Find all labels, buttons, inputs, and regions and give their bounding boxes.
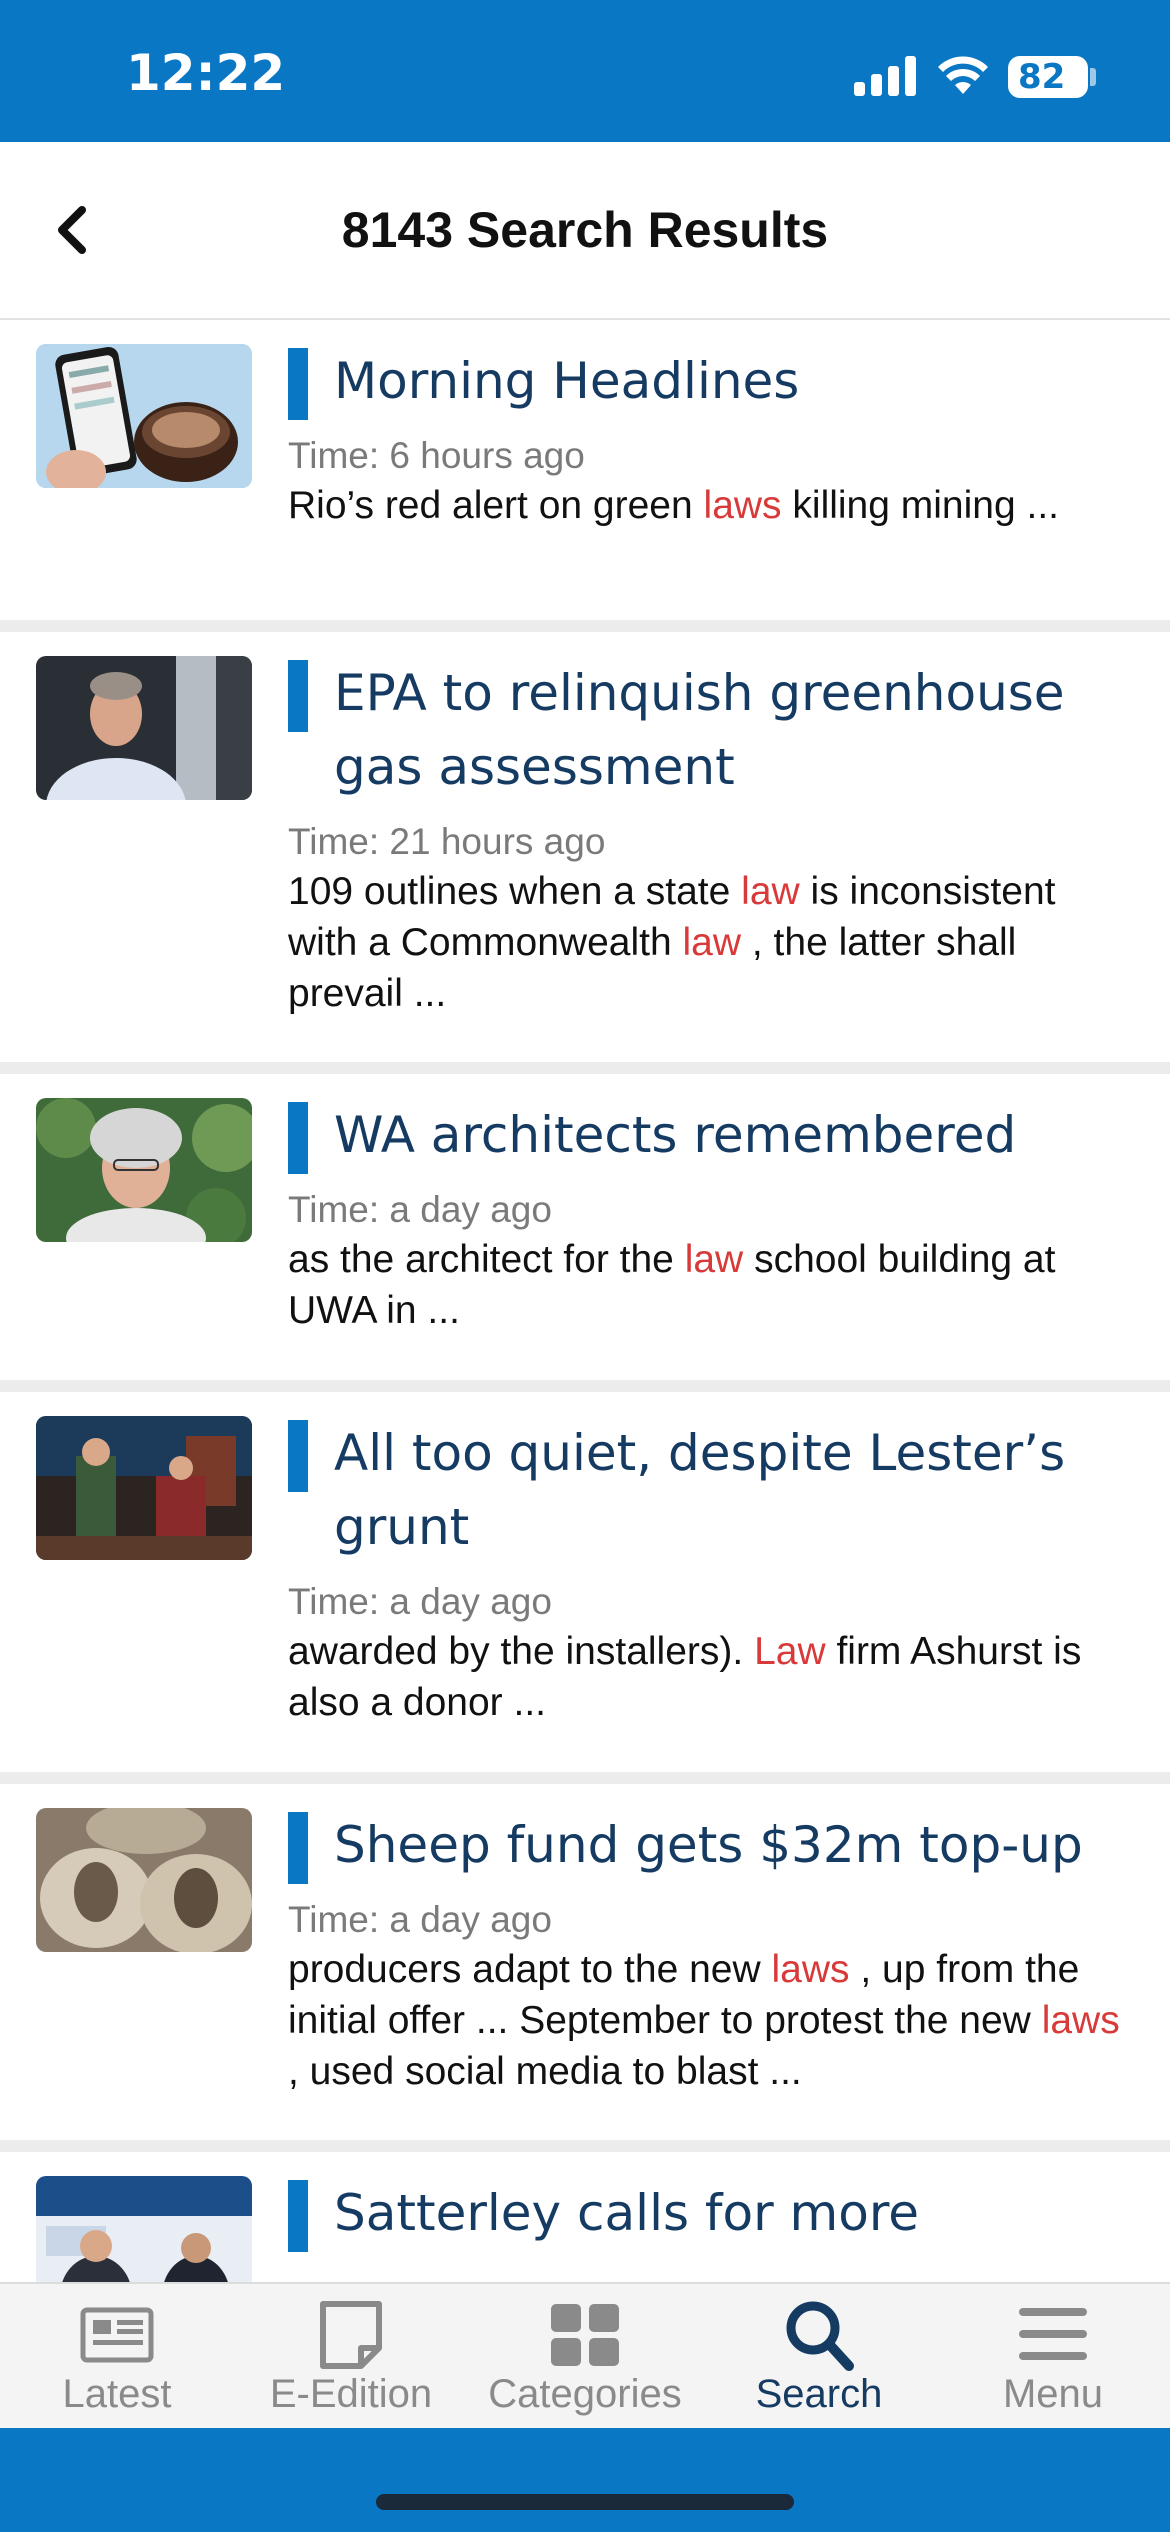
result-content: WA architects remembered Time: a day ago… (288, 1098, 1134, 1336)
search-term-highlight: laws (1041, 1999, 1120, 2042)
tab-label: E-Edition (269, 2372, 433, 2416)
result-time: Time: a day ago (288, 1581, 552, 1622)
tab-label: Search (755, 2372, 883, 2416)
header: 8143 Search Results (0, 142, 1170, 320)
tab-search[interactable]: Search (702, 2284, 936, 2430)
tab-categories[interactable]: Categories (468, 2284, 702, 2430)
result-thumbnail (36, 1808, 252, 1952)
tab-latest[interactable]: Latest (0, 2284, 234, 2430)
headline-accent-bar (288, 348, 308, 420)
results-list: Morning Headlines Time: 6 hours ago Rio’… (0, 320, 1170, 2452)
result-snippet: Rio’s red alert on green laws killing mi… (288, 480, 1134, 531)
result-time: Time: a day ago (288, 1189, 552, 1230)
headline-accent-bar (288, 660, 308, 732)
result-item[interactable]: WA architects remembered Time: a day ago… (0, 1074, 1170, 1392)
result-headline[interactable]: Sheep fund gets $32m top-up (334, 1808, 1134, 1882)
back-button[interactable] (44, 198, 104, 262)
headline-wrap: All too quiet, despite Lester’s grunt (288, 1416, 1134, 1564)
result-time: Time: 21 hours ago (288, 821, 606, 862)
result-item[interactable]: Morning Headlines Time: 6 hours ago Rio’… (0, 320, 1170, 632)
result-thumbnail (36, 344, 252, 488)
snippet-text: Rio’s red alert on green (288, 484, 704, 527)
result-snippet: as the architect for the law school buil… (288, 1234, 1134, 1336)
headline-accent-bar (288, 1420, 308, 1492)
search-term-highlight: laws (703, 484, 782, 527)
battery-nub (1090, 68, 1096, 86)
status-time: 12:22 (126, 44, 286, 102)
result-item[interactable]: All too quiet, despite Lester’s grunt Ti… (0, 1392, 1170, 1784)
snippet-text: awarded by the installers). (288, 1630, 755, 1673)
page-title: 8143 Search Results (341, 202, 829, 258)
result-headline[interactable]: WA architects remembered (334, 1098, 1134, 1172)
result-headline[interactable]: EPA to relinquish greenhouse gas assessm… (334, 656, 1134, 804)
grid-icon (551, 2304, 619, 2366)
tab-label: Categories (488, 2372, 682, 2416)
headline-accent-bar (288, 2180, 308, 2252)
battery-icon: 82 (1008, 56, 1088, 98)
result-time: Time: 6 hours ago (288, 435, 585, 476)
result-content: EPA to relinquish greenhouse gas assessm… (288, 656, 1134, 1019)
result-thumbnail (36, 1416, 252, 1560)
snippet-text: 109 outlines when a state (288, 870, 742, 913)
search-term-highlight: law (682, 921, 742, 964)
result-item[interactable]: Sheep fund gets $32m top-up Time: a day … (0, 1784, 1170, 2152)
result-content: Morning Headlines Time: 6 hours ago Rio’… (288, 344, 1134, 531)
result-thumbnail (36, 1098, 252, 1242)
search-term-highlight: law (684, 1238, 744, 1281)
tab-label: Latest (62, 2372, 172, 2416)
headline-accent-bar (288, 1102, 308, 1174)
snippet-text: , used social media to blast ... (288, 2050, 802, 2093)
snippet-text: producers adapt to the new (288, 1948, 772, 1991)
search-term-highlight: laws (771, 1948, 850, 1991)
headline-wrap: EPA to relinquish greenhouse gas assessm… (288, 656, 1134, 804)
result-headline[interactable]: Satterley calls for more (334, 2176, 1134, 2250)
result-content: All too quiet, despite Lester’s grunt Ti… (288, 1416, 1134, 1728)
tab-label: Menu (1002, 2372, 1104, 2416)
result-headline[interactable]: Morning Headlines (334, 344, 1134, 418)
headline-wrap: Sheep fund gets $32m top-up (288, 1808, 1134, 1884)
menu-icon (1019, 2308, 1087, 2360)
headline-accent-bar (288, 1812, 308, 1884)
result-item[interactable]: EPA to relinquish greenhouse gas assessm… (0, 632, 1170, 1074)
search-icon (786, 2301, 854, 2371)
home-area (0, 2428, 1170, 2532)
search-term-highlight: law (741, 870, 800, 913)
result-snippet: producers adapt to the new laws , up fro… (288, 1944, 1134, 2097)
result-content: Satterley calls for more (288, 2176, 1134, 2252)
cellular-signal-icon (854, 56, 916, 96)
result-snippet: 109 outlines when a state law is inconsi… (288, 866, 1134, 1019)
wifi-icon (938, 56, 988, 94)
status-bar: 12:22 82 (0, 0, 1170, 142)
result-time: Time: a day ago (288, 1899, 552, 1940)
result-content: Sheep fund gets $32m top-up Time: a day … (288, 1808, 1134, 2097)
headline-wrap: Morning Headlines (288, 344, 1134, 420)
page-icon (320, 2301, 382, 2369)
search-term-highlight: Law (754, 1630, 826, 1673)
snippet-text: killing mining ... (781, 484, 1059, 527)
result-headline[interactable]: All too quiet, despite Lester’s grunt (334, 1416, 1134, 1564)
newspaper-icon (80, 2307, 154, 2363)
result-snippet: awarded by the installers). Law firm Ash… (288, 1626, 1134, 1728)
headline-wrap: WA architects remembered (288, 1098, 1134, 1174)
tab-bar: Latest E-Edition Categories Search Menu (0, 2282, 1170, 2430)
home-indicator[interactable] (376, 2494, 794, 2510)
headline-wrap: Satterley calls for more (288, 2176, 1134, 2252)
snippet-text: as the architect for the (288, 1238, 685, 1281)
tab-menu[interactable]: Menu (936, 2284, 1170, 2430)
tab-e-edition[interactable]: E-Edition (234, 2284, 468, 2430)
result-thumbnail (36, 656, 252, 800)
